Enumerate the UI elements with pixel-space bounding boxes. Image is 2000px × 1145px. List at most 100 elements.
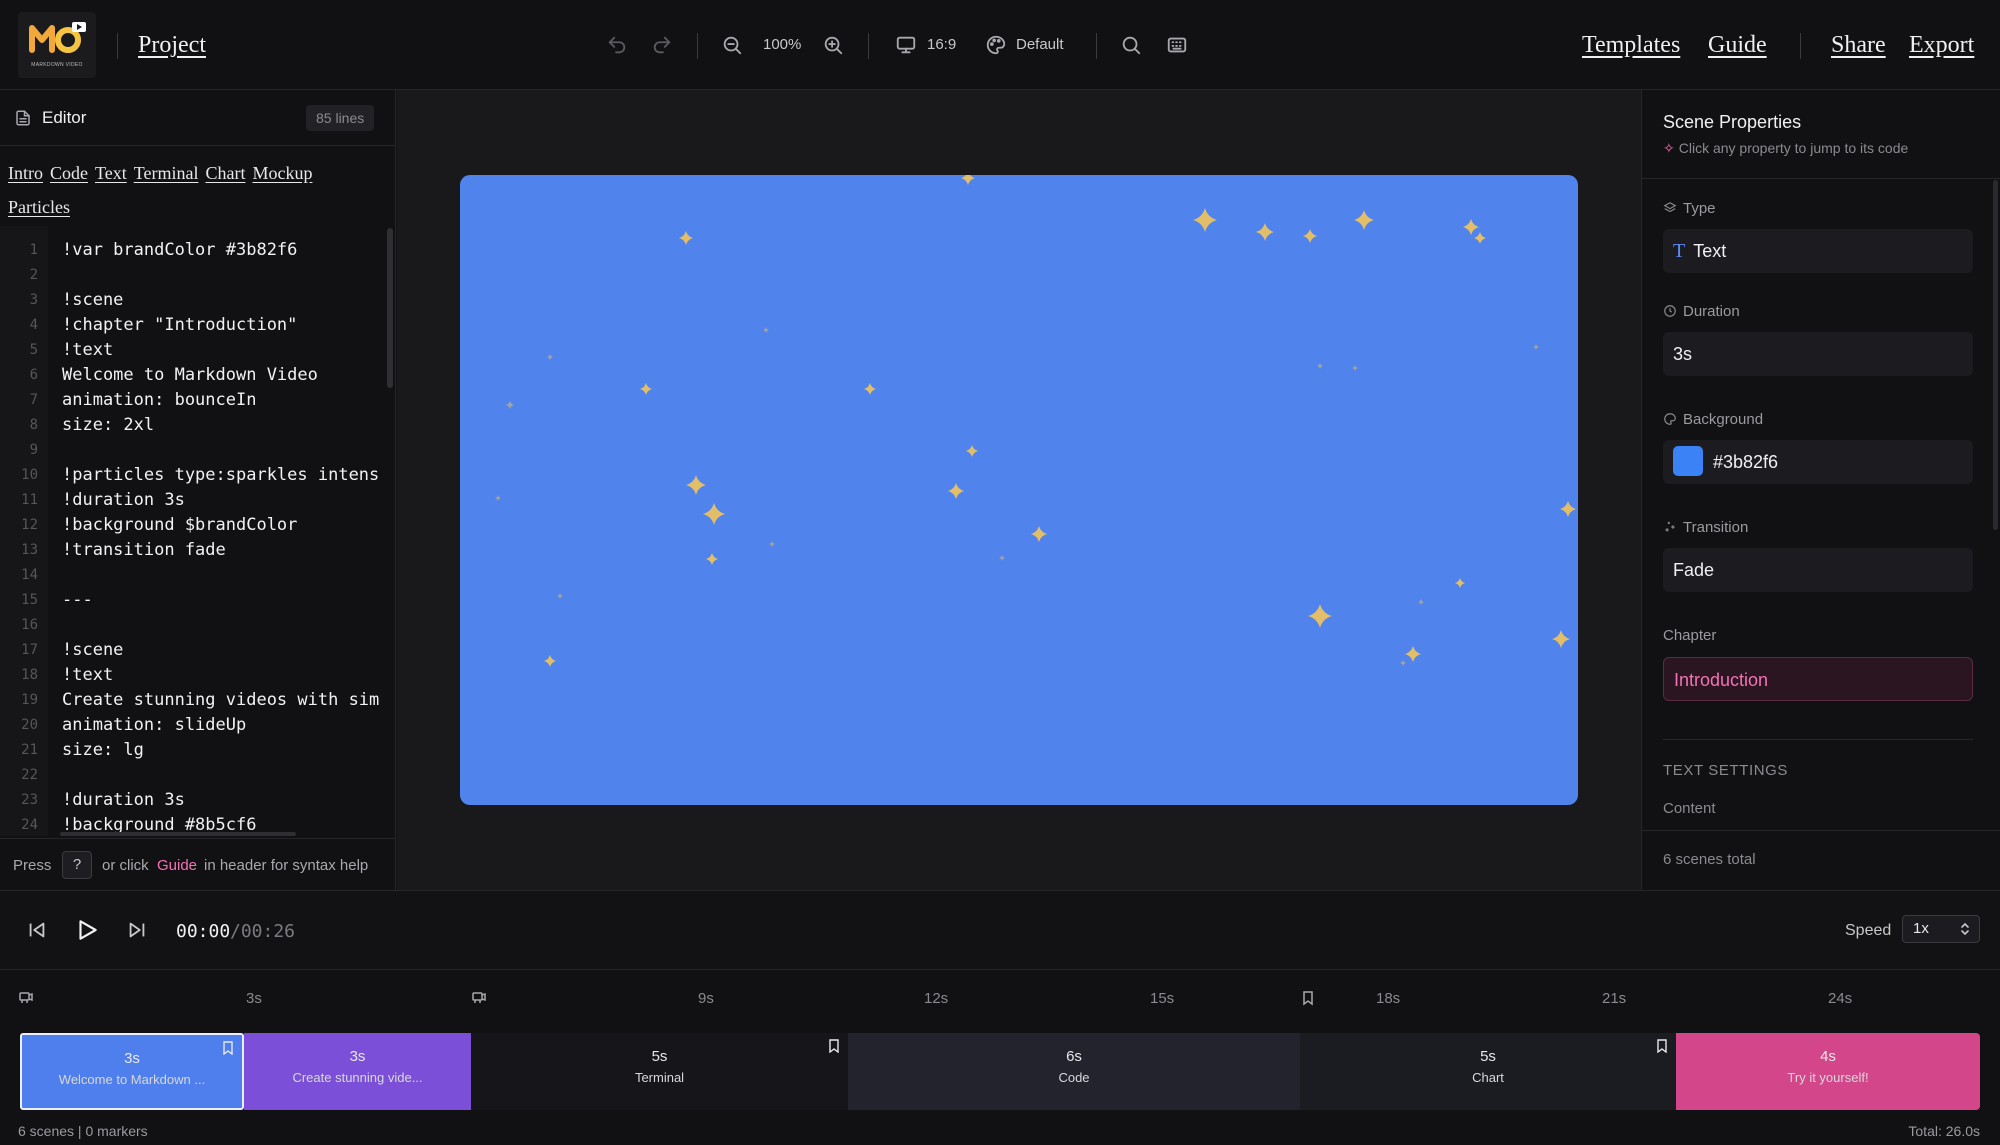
code-line[interactable]: 19 Create stunning videos with sim [0, 688, 396, 713]
zoom-out-icon[interactable] [721, 34, 743, 56]
line-count-badge: 85 lines [306, 105, 375, 131]
code-line[interactable]: 7 animation: bounceIn [0, 388, 396, 413]
line-number: 19 [21, 692, 38, 708]
line-number: 16 [21, 617, 38, 633]
theme-value[interactable]: Default [1016, 36, 1064, 53]
editor-scrollbar-vertical[interactable] [387, 228, 393, 388]
code-line[interactable]: 15 --- [0, 588, 396, 613]
snippet-tab-mockup[interactable]: Mockup [252, 156, 312, 190]
undo-icon[interactable] [606, 34, 628, 56]
sparkle-particle [557, 593, 563, 599]
timeline-tick: 18s [1376, 990, 1401, 1007]
video-preview-canvas[interactable] [460, 175, 1578, 805]
properties-hint-text: Click any property to jump to its code [1678, 140, 1909, 156]
speed-select[interactable]: 1x [1902, 915, 1980, 943]
code-line[interactable]: 2 [0, 263, 396, 288]
code-line[interactable]: 23 !duration 3s [0, 788, 396, 813]
monitor-icon[interactable] [895, 34, 917, 56]
sparkle-particle [544, 655, 556, 667]
sparkle-icon: ✧ [1663, 140, 1675, 156]
templates-link[interactable]: Templates [1582, 32, 1680, 59]
snippet-tab-chart[interactable]: Chart [205, 156, 245, 190]
code-line[interactable]: 22 [0, 763, 396, 788]
project-title[interactable]: Project [138, 32, 206, 59]
code-line[interactable]: 14 [0, 563, 396, 588]
keyboard-icon[interactable] [1166, 34, 1188, 56]
code-line[interactable]: 6 Welcome to Markdown Video [0, 363, 396, 388]
background-color-swatch[interactable] [1673, 446, 1703, 477]
timeline-tick: 9s [698, 990, 714, 1007]
type-value: Text [1693, 241, 1727, 261]
timeline-clip[interactable]: 6s Code [848, 1033, 1300, 1110]
redo-icon[interactable] [651, 34, 673, 56]
snippet-tab-particles[interactable]: Particles [8, 190, 70, 224]
code-line[interactable]: 12 !background $brandColor [0, 513, 396, 538]
code-line[interactable]: 3 !scene [0, 288, 396, 313]
help-shortcut-key[interactable]: ? [62, 851, 92, 879]
line-content: !text [62, 340, 114, 360]
play-icon[interactable] [74, 917, 102, 945]
code-line[interactable]: 10 !particles type:sparkles intens [0, 463, 396, 488]
background-label: Background [1663, 411, 1763, 428]
timeline-clip[interactable]: 5s Chart [1300, 1033, 1676, 1110]
syntax-help-bar: Press ? or click Guide in header for syn… [0, 838, 396, 890]
background-value: #3b82f6 [1713, 452, 1779, 472]
line-number: 23 [21, 792, 38, 808]
snippet-tab-text[interactable]: Text [95, 156, 127, 190]
type-label: Type [1663, 200, 1716, 217]
code-line[interactable]: 8 size: 2xl [0, 413, 396, 438]
snippet-tab-code[interactable]: Code [50, 156, 88, 190]
code-line[interactable]: 11 !duration 3s [0, 488, 396, 513]
bookmark-icon[interactable] [828, 1039, 840, 1053]
type-field[interactable]: T Text [1663, 229, 1973, 273]
search-icon[interactable] [1120, 34, 1142, 56]
timeline-clip[interactable]: 4s Try it yourself! [1676, 1033, 1980, 1110]
background-field[interactable]: #3b82f6 [1663, 440, 1973, 484]
timeline-clip[interactable]: 3s Welcome to Markdown ... [20, 1033, 244, 1110]
sparkle-particle [495, 495, 501, 501]
code-line[interactable]: 20 animation: slideUp [0, 713, 396, 738]
code-line[interactable]: 5 !text [0, 338, 396, 363]
timeline-clip[interactable]: 5s Terminal [471, 1033, 848, 1110]
code-line[interactable]: 1 !var brandColor #3b82f6 [0, 238, 396, 263]
code-line[interactable]: 17 !scene [0, 638, 396, 663]
chapter-marker-icon[interactable] [18, 990, 34, 1006]
snippet-tab-intro[interactable]: Intro [8, 156, 43, 190]
chapter-field[interactable]: Introduction [1663, 657, 1973, 701]
editor-scrollbar-horizontal[interactable] [60, 832, 296, 836]
export-link[interactable]: Export [1909, 32, 1974, 59]
text-type-icon: T [1673, 240, 1686, 262]
code-line[interactable]: 16 [0, 613, 396, 638]
timeline-clip[interactable]: 3s Create stunning vide... [244, 1033, 471, 1110]
code-line[interactable]: 9 [0, 438, 396, 463]
chapter-marker-icon[interactable] [471, 990, 487, 1006]
zoom-in-icon[interactable] [822, 34, 844, 56]
sparkle-particle [1303, 229, 1317, 243]
divider [1663, 739, 1973, 740]
code-line[interactable]: 21 size: lg [0, 738, 396, 763]
logo-text: MARKDOWN VIDEO [31, 62, 83, 68]
duration-field[interactable]: 3s [1663, 332, 1973, 376]
aspect-ratio-value[interactable]: 16:9 [927, 36, 956, 53]
palette-icon[interactable] [985, 34, 1007, 56]
app-logo[interactable]: MARKDOWN VIDEO [18, 12, 96, 78]
line-content: Create stunning videos with sim [62, 690, 380, 710]
skip-back-icon[interactable] [26, 919, 50, 943]
sparkle-particle [1418, 599, 1424, 605]
line-content: Welcome to Markdown Video [62, 365, 318, 385]
line-content: !scene [62, 640, 124, 660]
bookmark-icon[interactable] [222, 1041, 234, 1055]
code-line[interactable]: 4 !chapter "Introduction" [0, 313, 396, 338]
bookmark-icon[interactable] [1656, 1039, 1668, 1053]
code-line[interactable]: 13 !transition fade [0, 538, 396, 563]
code-line[interactable]: 18 !text [0, 663, 396, 688]
skip-forward-icon[interactable] [126, 919, 150, 943]
code-editor[interactable]: 1 !var brandColor #3b82f6 2 3 !scene 4 !chapte… [0, 226, 396, 836]
help-guide-link[interactable]: Guide [157, 857, 197, 874]
share-link[interactable]: Share [1831, 32, 1886, 59]
snippet-tab-terminal[interactable]: Terminal [134, 156, 199, 190]
transition-field[interactable]: Fade [1663, 548, 1973, 592]
guide-link[interactable]: Guide [1708, 32, 1767, 59]
properties-scrollbar[interactable] [1993, 180, 1998, 530]
bookmark-marker-icon[interactable] [1300, 990, 1316, 1006]
